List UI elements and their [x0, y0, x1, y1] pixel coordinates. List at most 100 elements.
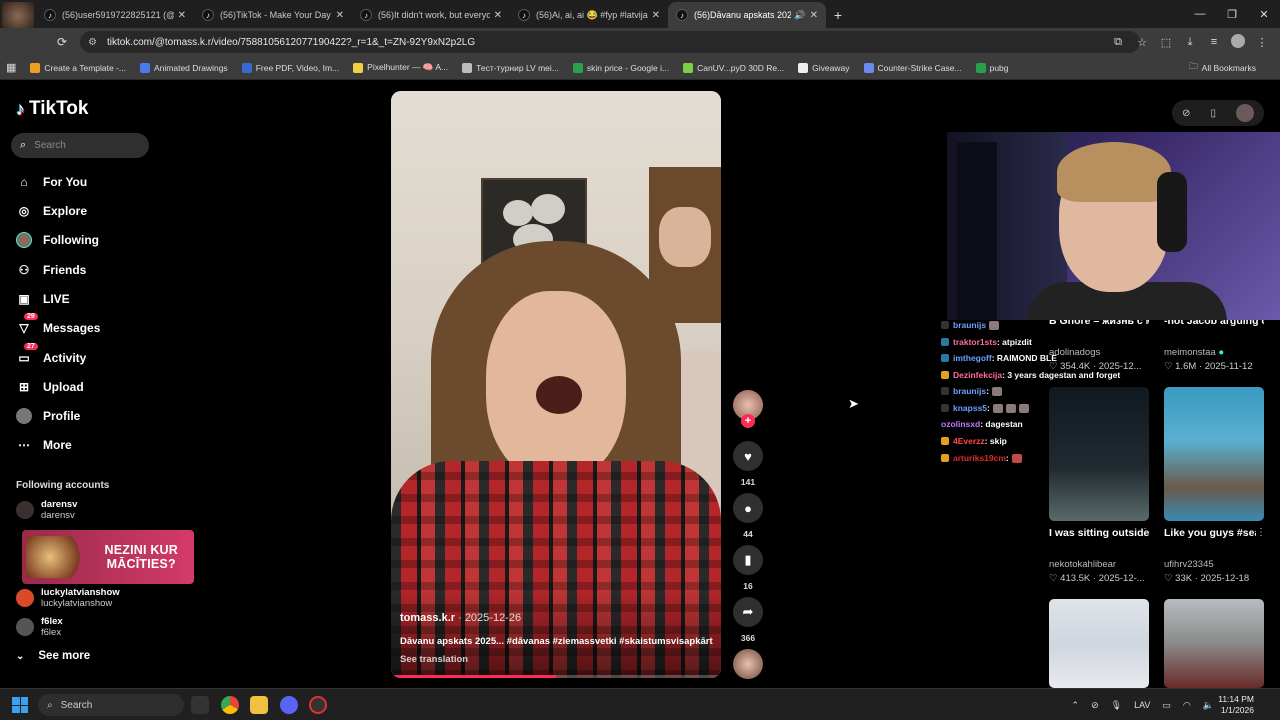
following-account[interactable]: f6lex f6lex — [16, 616, 63, 638]
bookmark-icon[interactable]: ▮ — [733, 545, 763, 575]
chrome-icon[interactable] — [221, 696, 239, 714]
app-icon[interactable] — [309, 696, 327, 714]
file-explorer-icon[interactable] — [250, 696, 268, 714]
video-thumbnail[interactable] — [1049, 599, 1149, 688]
live-icon: ▣ — [18, 292, 30, 306]
bookmark-0[interactable]: Create a Template -... — [30, 62, 126, 73]
close-icon[interactable]: ✕ — [810, 10, 818, 21]
see-more-button[interactable]: ⌄ See more — [16, 650, 90, 662]
close-window-icon[interactable]: ✕ — [1248, 0, 1280, 28]
tab-4-active[interactable]: ♪ (56)Dāvanu apskats 2025...🔊 ✕ — [668, 2, 826, 28]
share-action[interactable]: ➦ 366 — [732, 597, 764, 643]
more-options-icon[interactable]: ⋮ — [1140, 527, 1150, 538]
video-thumbnail[interactable] — [1164, 599, 1264, 688]
nav-friends[interactable]: ⚇ Friends — [16, 260, 87, 280]
bookmark-star-icon[interactable]: ☆ — [1130, 36, 1154, 49]
card-user[interactable]: ufihrv23345 — [1164, 559, 1214, 570]
music-disc-icon[interactable] — [733, 649, 763, 679]
address-bar[interactable]: ⚙ tiktok.com/@tomass.k.r/video/7588105612… — [80, 31, 1140, 53]
nav-explore[interactable]: ◎ Explore — [16, 201, 87, 221]
all-bookmarks[interactable]: 🗀 All Bookmarks — [1189, 56, 1256, 80]
save-action[interactable]: ▮ 16 — [732, 545, 764, 591]
download-icon[interactable]: ⤓ — [1178, 36, 1202, 49]
bookmark-3[interactable]: Pixelhunter — 🧠 A... — [353, 62, 448, 73]
new-tab-button[interactable]: + — [826, 2, 850, 28]
display-icon[interactable]: ▭ — [1162, 700, 1171, 711]
chevron-up-icon[interactable]: ⌃ — [1072, 700, 1080, 711]
card-user[interactable]: meimonstaa ● — [1164, 347, 1224, 358]
user-avatar[interactable] — [1235, 104, 1254, 122]
share-icon[interactable]: ➦ — [733, 597, 763, 627]
following-account[interactable]: luckylatvianshow luckylatvianshow — [16, 587, 120, 609]
video-player[interactable]: tomass.k.r · 2025-12-26 Dāvanu apskats 2… — [391, 91, 721, 678]
bookmark-6[interactable]: CanUV...pyD 30D Re... — [683, 62, 784, 73]
video-author[interactable]: tomass.k.r · 2025-12-26 — [400, 612, 521, 624]
wifi-icon[interactable]: ◠ — [1183, 700, 1191, 711]
language-indicator[interactable]: LAV — [1134, 700, 1150, 710]
nav-more[interactable]: ⋯ More — [16, 435, 72, 455]
more-options-icon[interactable]: ⋮ — [1256, 527, 1266, 538]
card-title[interactable]: Like you guys #sealion #animal... — [1164, 527, 1256, 540]
speaker-icon[interactable]: 🔊 — [794, 10, 805, 21]
restore-icon[interactable]: ❐ — [1216, 0, 1248, 28]
mic-icon[interactable]: 🎙 — [1111, 700, 1122, 711]
close-icon[interactable]: ✕ — [336, 10, 344, 21]
extensions-icon[interactable]: ⬚ — [1154, 36, 1178, 49]
taskbar-search[interactable]: ⌕ Search — [38, 694, 184, 716]
discord-icon[interactable] — [280, 696, 298, 714]
bookmark-1[interactable]: Animated Drawings — [139, 62, 228, 73]
menu-icon[interactable]: ⋮ — [1250, 36, 1274, 49]
minimize-icon[interactable]: — — [1184, 0, 1216, 28]
tab-3[interactable]: ♪ (56)Ai, ai, ai 😂 #fyp #latvija # ✕ — [510, 2, 668, 28]
nav-following[interactable]: Following — [16, 230, 99, 250]
video-thumbnail[interactable] — [1164, 387, 1264, 521]
nav-activity[interactable]: ▭ 27 Activity — [16, 343, 86, 368]
bookmark-7[interactable]: Giveaway — [798, 62, 850, 73]
volume-icon[interactable]: 🔈 — [1203, 700, 1214, 711]
upload-icon: ⊞ — [18, 380, 30, 394]
follow-plus-button[interactable]: + — [741, 414, 755, 428]
bookmark-4[interactable]: Тест-турнир LV mei... — [462, 62, 559, 73]
apps-icon[interactable]: ▦ — [6, 61, 16, 74]
bookmark-5[interactable]: skin price - Google i... — [572, 62, 669, 73]
nav-upload[interactable]: ⊞ Upload — [16, 377, 84, 397]
heart-icon[interactable]: ♥ — [733, 441, 763, 471]
nav-messages[interactable]: ▽ 29 Messages — [16, 313, 100, 338]
nav-for-you[interactable]: ⌂ For You — [16, 172, 87, 192]
close-icon[interactable]: ✕ — [652, 10, 660, 21]
see-translation-link[interactable]: See translation — [400, 654, 468, 665]
search-input[interactable]: ⌕ Search — [11, 133, 149, 158]
close-icon[interactable]: ✕ — [494, 10, 502, 21]
video-thumbnail[interactable] — [1049, 387, 1149, 521]
like-action[interactable]: ♥ 141 — [732, 441, 764, 487]
tab-1[interactable]: ♪ (56)TikTok - Make Your Day ✕ — [194, 2, 352, 28]
tab-0[interactable]: ♪ (56)user5919722825121 (@user ✕ — [36, 2, 194, 28]
compass-small-icon[interactable]: ⊘ — [1182, 108, 1190, 119]
nav-profile[interactable]: Profile — [16, 406, 80, 426]
profile-icon[interactable] — [1226, 33, 1250, 51]
device-icon[interactable]: ▯ — [1210, 108, 1216, 119]
media-icon[interactable]: ≡ — [1202, 36, 1226, 48]
comment-icon[interactable]: ● — [733, 493, 763, 523]
clock[interactable]: 11:14 PM 1/1/2026 — [1218, 694, 1254, 716]
nav-live[interactable]: ▣ LIVE — [16, 289, 69, 309]
video-progress-bar[interactable] — [391, 675, 721, 678]
badge-icon — [941, 321, 949, 329]
bookmark-9[interactable]: pubg — [975, 62, 1009, 73]
close-icon[interactable]: ✕ — [178, 10, 186, 21]
bookmark-2[interactable]: Free PDF, Video, Im... — [241, 62, 339, 73]
promo-banner[interactable]: NEZINI KUR MĀCĪTIES? — [22, 530, 194, 584]
bookmark-8[interactable]: Counter-Strike Case... — [863, 62, 962, 73]
network-off-icon[interactable]: ⊘ — [1091, 700, 1099, 711]
card-title[interactable]: I was sitting outside Scheels,... — [1049, 527, 1149, 540]
task-view-icon[interactable] — [191, 696, 209, 714]
install-app-icon[interactable]: ⧉ — [1106, 36, 1130, 49]
tab-2[interactable]: ♪ (56)It didn't work, but everyone ✕ — [352, 2, 510, 28]
card-user[interactable]: nekotokahlibear — [1049, 559, 1116, 570]
comment-action[interactable]: ● 44 — [732, 493, 764, 539]
reload-icon[interactable]: ⟳ — [50, 35, 74, 49]
site-settings-icon[interactable]: ⚙ — [88, 37, 97, 48]
following-account[interactable]: darensv darensv — [16, 499, 77, 521]
tiktok-logo[interactable]: ♪ TikTok — [16, 98, 88, 120]
windows-start-icon[interactable] — [12, 697, 28, 713]
